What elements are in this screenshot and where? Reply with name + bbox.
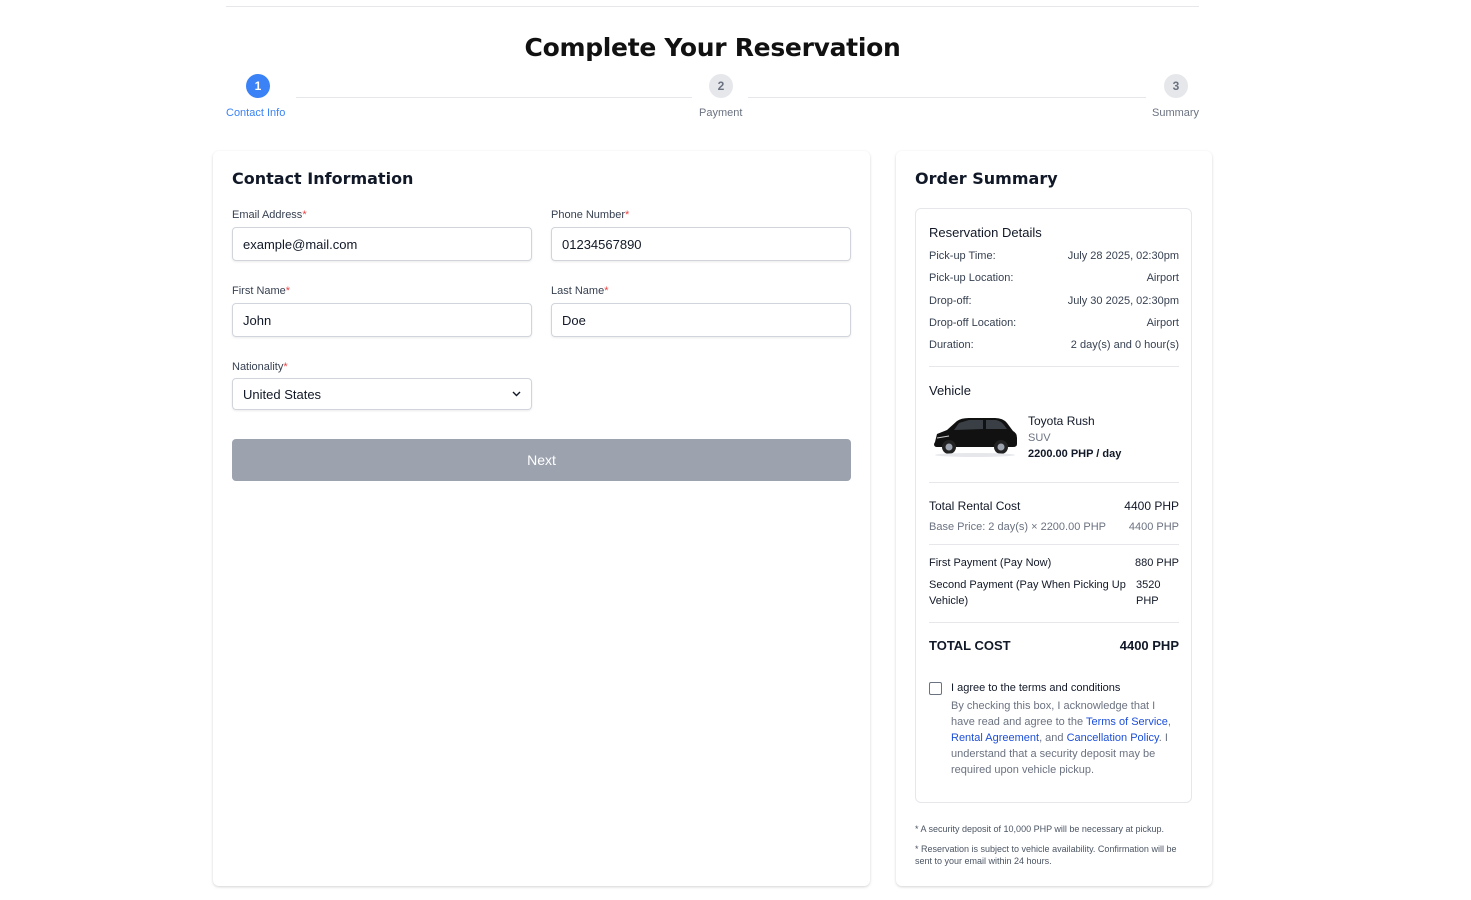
order-summary-title: Order Summary (915, 169, 1058, 188)
detail-value: 2 day(s) and 0 hour(s) (1070, 339, 1179, 351)
chevron-down-icon (512, 389, 521, 399)
nationality-select[interactable]: United States (232, 378, 532, 410)
detail-label: Duration: (929, 339, 974, 351)
phone-field[interactable] (551, 227, 851, 261)
detail-label: Drop-off: (929, 295, 972, 307)
terms-text: , and (1039, 732, 1067, 744)
terms-checkbox[interactable] (929, 682, 942, 695)
detail-label: Drop-off Location: (929, 317, 1017, 329)
stepper-line-1 (296, 97, 692, 98)
cancellation-policy-link[interactable]: Cancellation Policy (1067, 732, 1159, 744)
detail-value: Airport (1146, 317, 1179, 329)
last-name-field[interactable] (551, 303, 851, 337)
vehicle-name: Toyota Rush (1028, 414, 1095, 428)
step-1-circle[interactable]: 1 (246, 74, 270, 98)
nationality-label: Nationality* (232, 361, 288, 373)
step-3-circle[interactable]: 3 (1164, 74, 1188, 98)
terms-text: , (1167, 716, 1171, 728)
first-payment-value: 880 PHP (1134, 557, 1179, 569)
footnote-deposit: * A security deposit of 10,000 PHP will … (915, 824, 1164, 834)
divider (929, 622, 1179, 623)
detail-value: July 30 2025, 02:30pm (1067, 295, 1179, 307)
total-rental-value: 4400 PHP (1124, 499, 1179, 513)
divider (929, 544, 1179, 545)
second-payment-value-line1: 3520 (1136, 579, 1161, 591)
divider (929, 482, 1179, 483)
terms-description: By checking this box, I acknowledge that… (951, 698, 1176, 778)
email-label: Email Address* (232, 209, 307, 221)
next-button[interactable]: Next (232, 439, 851, 481)
first-payment-label: First Payment (Pay Now) (929, 557, 1052, 569)
detail-label: Pick-up Location: (929, 272, 1014, 284)
detail-label: Pick-up Time: (929, 250, 996, 262)
footnote-availability: * Reservation is subject to vehicle avai… (915, 844, 1177, 866)
vehicle-price: 2200.00 PHP / day (1028, 448, 1122, 460)
detail-value: July 28 2025, 02:30pm (1067, 250, 1179, 262)
top-divider (226, 6, 1199, 7)
terms-agree-label[interactable]: I agree to the terms and conditions (951, 682, 1120, 694)
total-rental-label: Total Rental Cost (929, 499, 1021, 513)
vehicle-type: SUV (1028, 432, 1051, 444)
step-3-label[interactable]: Summary (1152, 107, 1199, 119)
second-payment-label-line2: Vehicle) (929, 595, 969, 607)
total-cost-value: 4400 PHP (1119, 638, 1179, 653)
base-price-value: 4400 PHP (1128, 521, 1179, 533)
step-2-label[interactable]: Payment (699, 107, 742, 119)
second-payment-label-line1: Second Payment (Pay When Picking Up (929, 579, 1126, 591)
vehicle-heading: Vehicle (929, 383, 971, 398)
step-2-circle[interactable]: 2 (709, 74, 733, 98)
terms-of-service-link[interactable]: Terms of Service (1086, 716, 1168, 728)
rental-agreement-link[interactable]: Rental Agreement (951, 732, 1039, 744)
email-field[interactable] (232, 227, 532, 261)
base-price-label: Base Price: 2 day(s) × 2200.00 PHP (929, 521, 1107, 533)
last-name-label: Last Name* (551, 285, 609, 297)
first-name-label: First Name* (232, 285, 291, 297)
detail-value: Airport (1146, 272, 1179, 284)
contact-panel (213, 151, 870, 886)
vehicle-image (929, 412, 1019, 458)
phone-label: Phone Number* (551, 209, 630, 221)
total-cost-label: TOTAL COST (929, 638, 1011, 653)
stepper-line-2 (748, 97, 1146, 98)
contact-title: Contact Information (232, 169, 414, 188)
reservation-details-heading: Reservation Details (929, 225, 1042, 240)
page-title: Complete Your Reservation (524, 33, 901, 62)
step-1-label[interactable]: Contact Info (226, 107, 285, 119)
first-name-field[interactable] (232, 303, 532, 337)
second-payment-value-line2: PHP (1136, 595, 1159, 607)
divider (929, 366, 1179, 367)
nationality-value: United States (243, 386, 322, 402)
